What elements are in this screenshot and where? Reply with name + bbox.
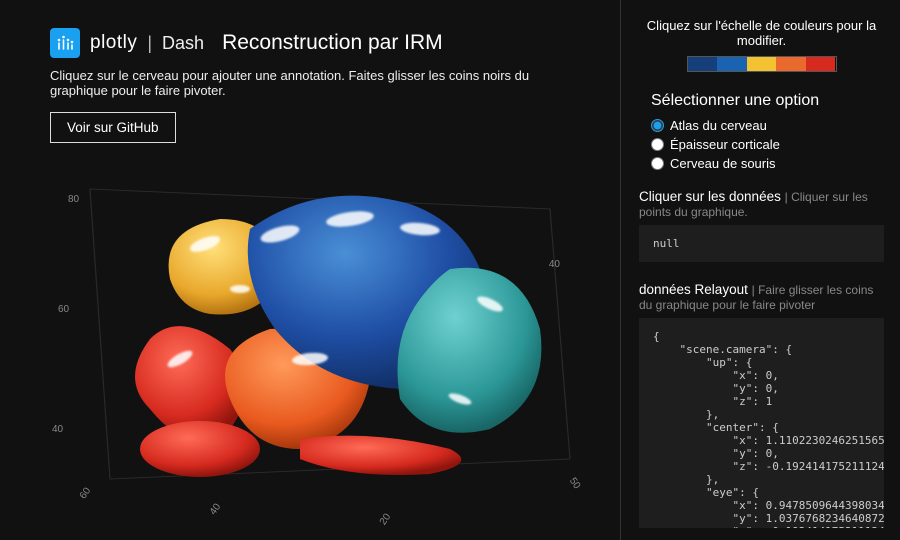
radio-label: Cerveau de souris <box>670 156 776 171</box>
page-title: Reconstruction par IRM <box>222 31 443 55</box>
brand-product: Dash <box>162 33 204 54</box>
click-data-title: Cliquer sur les données <box>639 189 781 204</box>
radio-label: Épaisseur corticale <box>670 137 780 152</box>
axis-tick: 40 <box>52 424 63 435</box>
colorscale-label: Cliquez sur l'échelle de couleurs pour l… <box>639 18 884 48</box>
click-data-box: null <box>639 225 884 262</box>
radio-cortical[interactable]: Épaisseur corticale <box>651 137 780 152</box>
relayout-header: données Relayout | Faire glisser les coi… <box>639 282 884 312</box>
radio-label: Atlas du cerveau <box>670 118 767 133</box>
axis-tick: 60 <box>58 304 69 315</box>
radio-input[interactable] <box>651 157 664 170</box>
option-title: Sélectionner une option <box>651 92 884 110</box>
github-button[interactable]: Voir sur GitHub <box>50 112 176 143</box>
radio-input[interactable] <box>651 119 664 132</box>
brand-name: plotly <box>90 32 137 54</box>
plotly-logo-icon <box>50 28 80 58</box>
radio-mouse[interactable]: Cerveau de souris <box>651 156 776 171</box>
relayout-data-box: { "scene.camera": { "up": { "x": 0, "y":… <box>639 318 884 528</box>
sidebar: Cliquez sur l'échelle de couleurs pour l… <box>620 0 900 540</box>
colorscale-picker[interactable] <box>687 56 837 72</box>
main-panel: plotly | Dash Reconstruction par IRM Cli… <box>0 0 620 540</box>
instruction-text: Cliquez sur le cerveau pour ajouter une … <box>50 68 590 98</box>
axis-tick: 40 <box>549 259 560 270</box>
brand-separator: | <box>147 33 152 54</box>
option-radios: Atlas du cerveau Épaisseur corticale Cer… <box>651 118 884 171</box>
brand-row: plotly | Dash Reconstruction par IRM <box>50 28 590 58</box>
brain-render[interactable] <box>50 149 590 519</box>
axis-tick: 80 <box>68 194 79 205</box>
relayout-title: données Relayout <box>639 282 748 297</box>
brain-3d-plot[interactable]: 80 60 40 60 40 20 40 50 <box>50 149 590 519</box>
click-data-header: Cliquer sur les données | Cliquer sur le… <box>639 189 884 219</box>
radio-input[interactable] <box>651 138 664 151</box>
radio-atlas[interactable]: Atlas du cerveau <box>651 118 767 133</box>
